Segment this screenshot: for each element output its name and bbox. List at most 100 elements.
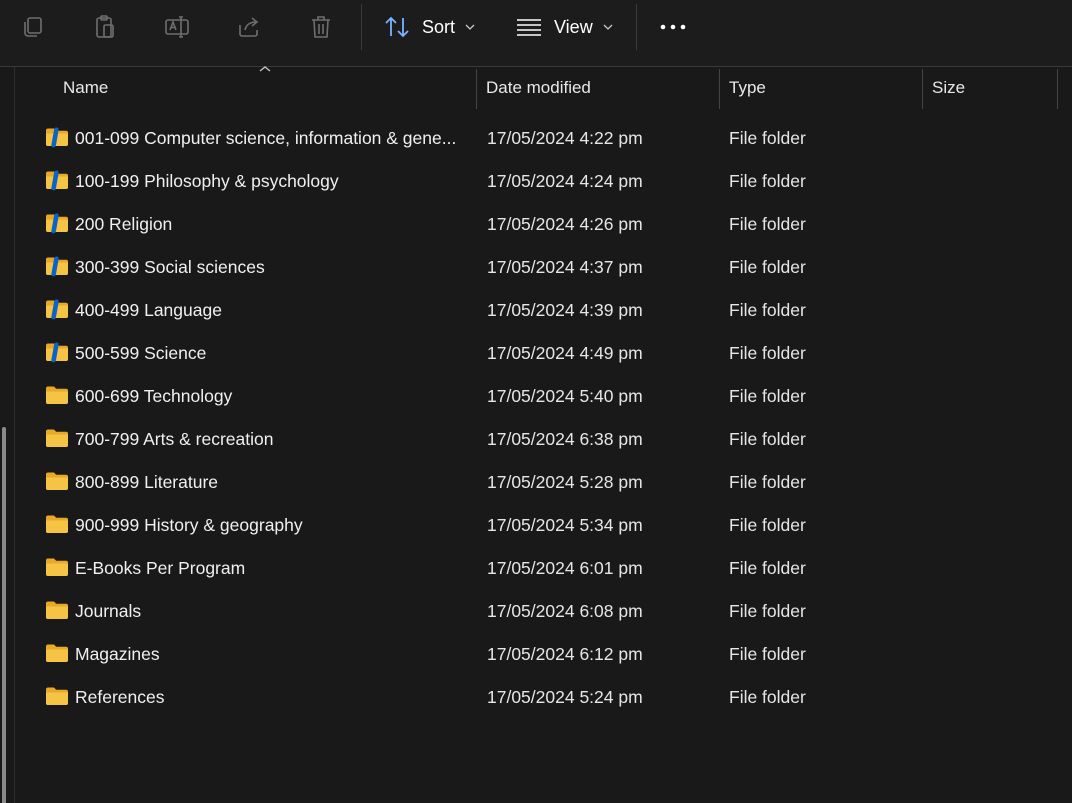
date-modified: 17/05/2024 6:12 pm xyxy=(487,644,643,664)
file-type: File folder xyxy=(729,171,806,191)
file-name-text: 900-999 History & geography xyxy=(75,515,303,535)
file-name: 500-599 Science xyxy=(75,332,475,375)
file-row[interactable]: 400-499 Language 17/05/2024 4:39 pm File f… xyxy=(16,289,1072,332)
file-name-text: 600-699 Technology xyxy=(75,386,233,406)
file-type: File folder xyxy=(729,687,806,707)
file-row[interactable]: 100-199 Philosophy & psychology 17/05/202… xyxy=(16,160,1072,203)
file-row[interactable]: Journals 17/05/2024 6:08 pm File folder xyxy=(16,590,1072,633)
file-name: Journals xyxy=(75,590,475,633)
file-name-text: 800-899 Literature xyxy=(75,472,219,492)
column-header-type[interactable]: Type xyxy=(729,67,766,109)
file-name-text: 500-599 Science xyxy=(75,343,207,363)
file-name-text: 200 Religion xyxy=(75,214,173,234)
view-label: View xyxy=(554,16,593,37)
file-type: File folder xyxy=(729,257,806,277)
column-header-size[interactable]: Size xyxy=(932,67,965,109)
file-name-text: 300-399 Social sciences xyxy=(75,257,265,277)
file-type: File folder xyxy=(729,300,806,320)
file-name: Magazines xyxy=(75,633,475,676)
file-row[interactable]: 001-099 Computer science, information & … xyxy=(16,117,1072,160)
paste-button[interactable] xyxy=(90,12,120,42)
chevron-down-icon xyxy=(465,24,475,30)
date-modified: 17/05/2024 5:24 pm xyxy=(487,687,643,707)
navigation-scrollbar[interactable] xyxy=(2,427,6,803)
file-row[interactable]: 500-599 Science 17/05/2024 4:49 pm File fo… xyxy=(16,332,1072,375)
folder-icon xyxy=(46,687,68,705)
file-type: File folder xyxy=(729,472,806,492)
folder-icon xyxy=(46,644,68,662)
rename-icon xyxy=(165,16,189,38)
copy-button[interactable] xyxy=(18,12,48,42)
chevron-down-icon xyxy=(603,24,613,30)
file-name: 600-699 Technology xyxy=(75,375,475,418)
folder-icon xyxy=(46,429,68,447)
folder-icon xyxy=(46,386,68,404)
file-row[interactable]: References 17/05/2024 5:24 pm File folder xyxy=(16,676,1072,719)
folder-icon xyxy=(46,558,68,576)
date-modified: 17/05/2024 4:24 pm xyxy=(487,171,643,191)
file-type: File folder xyxy=(729,343,806,363)
share-button[interactable] xyxy=(234,12,264,42)
file-row[interactable]: Magazines 17/05/2024 6:12 pm File folder xyxy=(16,633,1072,676)
file-type: File folder xyxy=(729,429,806,449)
folder-icon xyxy=(46,601,68,619)
toolbar-separator xyxy=(636,4,637,50)
file-type: File folder xyxy=(729,558,806,578)
file-row[interactable]: 800-899 Literature 17/05/2024 5:28 pm File… xyxy=(16,461,1072,504)
date-modified: 17/05/2024 5:34 pm xyxy=(487,515,643,535)
column-divider[interactable] xyxy=(476,69,477,109)
view-button[interactable]: View xyxy=(516,12,613,42)
sort-ascending-icon xyxy=(259,66,271,72)
file-row[interactable]: 900-999 History & geography 17/05/2024 5:… xyxy=(16,504,1072,547)
date-modified: 17/05/2024 6:01 pm xyxy=(487,558,643,578)
file-type: File folder xyxy=(729,644,806,664)
file-name: 001-099 Computer science, information & … xyxy=(75,117,475,160)
file-row[interactable]: 600-699 Technology 17/05/2024 5:40 pm File… xyxy=(16,375,1072,418)
date-modified: 17/05/2024 4:22 pm xyxy=(487,128,643,148)
folder-icon xyxy=(46,299,68,320)
folder-icon xyxy=(46,127,68,148)
delete-icon xyxy=(312,16,330,38)
delete-button[interactable] xyxy=(306,12,336,42)
column-divider[interactable] xyxy=(922,69,923,109)
more-options-button[interactable] xyxy=(658,12,688,42)
column-divider[interactable] xyxy=(719,69,720,109)
column-divider[interactable] xyxy=(1057,69,1058,109)
file-row[interactable]: 700-799 Arts & recreation 17/05/2024 6:38… xyxy=(16,418,1072,461)
file-name-text: 400-499 Language xyxy=(75,300,222,320)
sort-button[interactable]: Sort xyxy=(384,12,475,42)
column-header-date-modified[interactable]: Date modified xyxy=(486,67,591,109)
file-name: 400-499 Language xyxy=(75,289,475,332)
file-name-text: E-Books Per Program xyxy=(75,558,246,578)
file-name-text: 100-199 Philosophy & psychology xyxy=(75,171,339,191)
date-modified: 17/05/2024 4:26 pm xyxy=(487,214,643,234)
folder-icon xyxy=(46,472,68,490)
toolbar-separator xyxy=(361,4,362,50)
rename-button[interactable] xyxy=(162,12,192,42)
file-name-text: Journals xyxy=(75,601,142,621)
date-modified: 17/05/2024 4:39 pm xyxy=(487,300,643,320)
date-modified: 17/05/2024 4:37 pm xyxy=(487,257,643,277)
view-icon xyxy=(517,19,541,36)
file-name: E-Books Per Program xyxy=(75,547,475,590)
command-bar: Sort View xyxy=(0,0,1072,67)
file-type: File folder xyxy=(729,214,806,234)
more-icon xyxy=(660,24,686,30)
file-row[interactable]: 200 Religion 17/05/2024 4:26 pm File folde… xyxy=(16,203,1072,246)
folder-icon xyxy=(46,170,68,191)
file-name-text: 001-099 Computer science, information & … xyxy=(75,128,457,148)
navigation-pane xyxy=(0,67,15,803)
file-name: 700-799 Arts & recreation xyxy=(75,418,475,461)
file-name: 100-199 Philosophy & psychology xyxy=(75,160,475,203)
folder-icon xyxy=(46,342,68,363)
file-type: File folder xyxy=(729,515,806,535)
copy-icon xyxy=(24,17,42,37)
column-header-name[interactable]: Name xyxy=(63,67,108,109)
paste-icon xyxy=(96,15,114,38)
file-row[interactable]: E-Books Per Program 17/05/2024 6:01 pm Fil… xyxy=(16,547,1072,590)
file-row[interactable]: 300-399 Social sciences 17/05/2024 4:37 p… xyxy=(16,246,1072,289)
file-name: References xyxy=(75,676,475,719)
file-name: 300-399 Social sciences xyxy=(75,246,475,289)
file-name: 900-999 History & geography xyxy=(75,504,475,547)
file-name-text: Magazines xyxy=(75,644,160,664)
